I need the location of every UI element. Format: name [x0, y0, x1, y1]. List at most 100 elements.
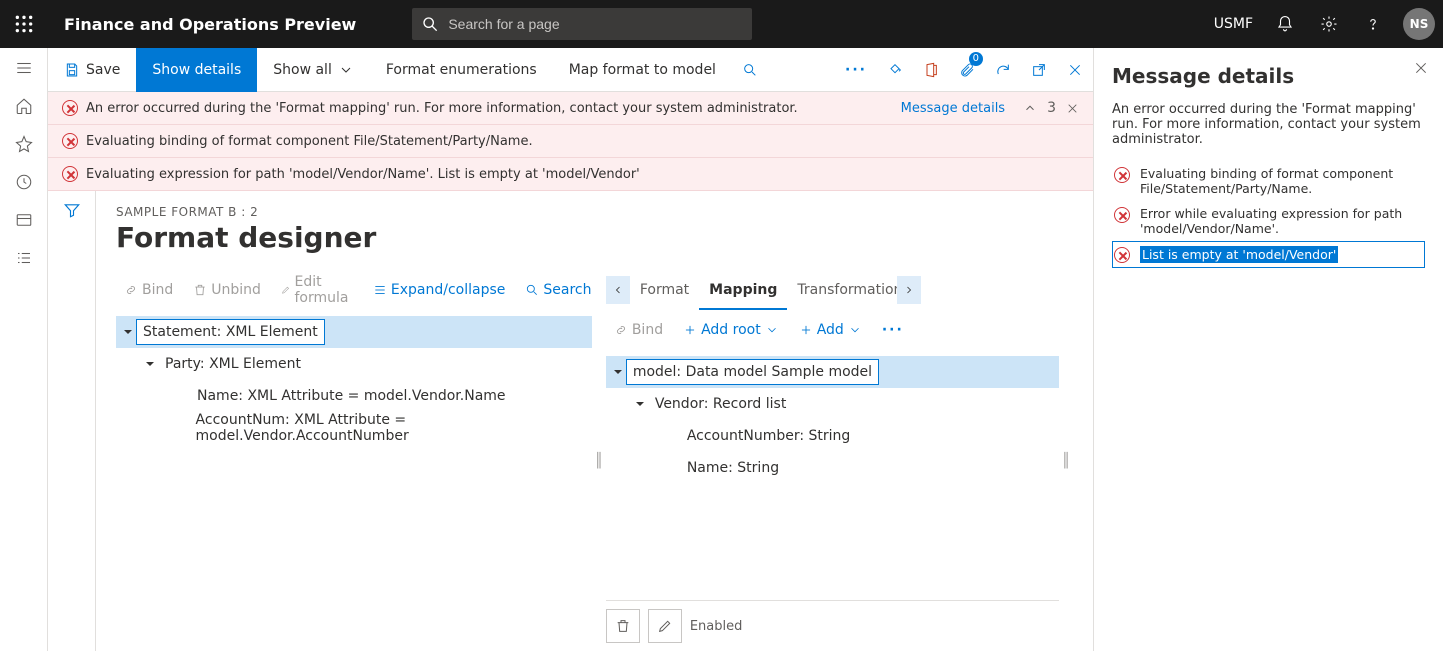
unbind-button[interactable]: Unbind [185, 274, 269, 306]
attachments-button[interactable] [949, 48, 985, 92]
link-icon [124, 283, 138, 297]
clock-icon[interactable] [14, 172, 34, 192]
format-enumerations-button[interactable]: Format enumerations [370, 48, 553, 92]
command-bar: Save Show details Show all Format enumer… [48, 48, 1093, 92]
show-all-button[interactable]: Show all [257, 48, 370, 92]
star-icon[interactable] [14, 134, 34, 154]
tree-node[interactable]: Party: XML Element [116, 348, 592, 380]
search-icon [742, 62, 758, 78]
close-button[interactable] [1057, 48, 1093, 92]
workspace-icon[interactable] [14, 210, 34, 230]
chevron-up-icon[interactable] [1023, 101, 1037, 115]
office-icon [923, 62, 939, 78]
close-icon[interactable] [1066, 102, 1079, 115]
format-tree: Statement: XML Element Party: XML Elemen… [116, 310, 592, 444]
refresh-button[interactable] [985, 48, 1021, 92]
show-details-button[interactable]: Show details [136, 48, 257, 92]
property-bar: Enabled [606, 600, 1059, 651]
details-title: Message details [1112, 64, 1425, 88]
mapping-pane: Format Mapping Transformations Bind Add … [606, 270, 1059, 651]
save-button[interactable]: Save [48, 48, 136, 92]
diamond-icon [887, 62, 903, 78]
tree-node[interactable]: AccountNumber: String [606, 420, 1059, 452]
map-format-button[interactable]: Map format to model [553, 48, 732, 92]
message-row: Evaluating expression for path 'model/Ve… [48, 158, 1093, 190]
overflow-button[interactable]: ··· [835, 48, 877, 92]
search-icon [525, 283, 539, 297]
tab-mapping[interactable]: Mapping [699, 270, 787, 310]
pencil-icon [657, 618, 673, 634]
plus-icon [799, 323, 813, 337]
diamond-button[interactable] [877, 48, 913, 92]
edit-button[interactable] [648, 609, 682, 643]
chevron-right-icon [903, 284, 915, 296]
main-area: Save Show details Show all Format enumer… [48, 48, 1093, 651]
delete-button[interactable] [606, 609, 640, 643]
bind-button[interactable]: Bind [116, 274, 181, 306]
tree-node[interactable]: model: Data model Sample model [606, 356, 1059, 388]
filter-icon[interactable] [63, 201, 81, 219]
help-icon[interactable] [1351, 0, 1395, 48]
message-row: Evaluating binding of format component F… [48, 125, 1093, 158]
tree-node[interactable]: Name: String [606, 452, 1059, 484]
search-box[interactable] [412, 8, 752, 40]
waffle-icon[interactable] [0, 0, 48, 48]
error-icon [1114, 167, 1130, 183]
collapse-icon[interactable] [610, 364, 626, 380]
more-button[interactable]: ··· [874, 314, 912, 346]
add-button[interactable]: Add [791, 314, 870, 346]
popout-button[interactable] [1021, 48, 1057, 92]
tree-node[interactable]: AccountNum: XML Attribute = model.Vendor… [116, 412, 592, 444]
details-item[interactable]: List is empty at 'model/Vendor' [1112, 241, 1425, 268]
pencil-icon [281, 283, 291, 297]
gear-icon[interactable] [1307, 0, 1351, 48]
chevron-down-icon [848, 323, 862, 337]
filter-column [48, 191, 96, 651]
message-row: An error occurred during the 'Format map… [48, 92, 1093, 125]
splitter[interactable]: ║ [592, 270, 606, 651]
more-icon: ··· [882, 322, 904, 338]
details-item[interactable]: Error while evaluating expression for pa… [1112, 201, 1425, 241]
tab-format[interactable]: Format [630, 270, 699, 310]
page-title: Format designer [116, 221, 1073, 254]
tree-search-button[interactable]: Search [517, 274, 599, 306]
avatar[interactable]: NS [1403, 8, 1435, 40]
error-icon [62, 100, 78, 116]
expand-collapse-button[interactable]: Expand/collapse [365, 274, 514, 306]
collapse-icon[interactable] [632, 396, 648, 412]
company-picker[interactable]: USMF [1204, 16, 1263, 32]
tree-node[interactable]: Statement: XML Element [116, 316, 592, 348]
error-icon [62, 133, 78, 149]
mapping-tabs: Format Mapping Transformations [606, 270, 1059, 310]
hamburger-icon[interactable] [14, 58, 34, 78]
office-button[interactable] [913, 48, 949, 92]
error-icon [1114, 207, 1130, 223]
tab-prev[interactable] [606, 276, 630, 304]
add-root-button[interactable]: Add root [675, 314, 787, 346]
splitter-right[interactable]: ║ [1059, 270, 1073, 651]
tab-transformations[interactable]: Transformations [787, 270, 897, 310]
collapse-icon[interactable] [142, 356, 158, 372]
bell-icon[interactable] [1263, 0, 1307, 48]
message-text: Evaluating expression for path 'model/Ve… [86, 167, 1079, 182]
tab-next[interactable] [897, 276, 921, 304]
chevron-down-icon [765, 323, 779, 337]
search-input[interactable] [446, 15, 742, 33]
home-icon[interactable] [14, 96, 34, 116]
model-tree: model: Data model Sample model Vendor: R… [606, 350, 1059, 484]
message-details-link[interactable]: Message details [901, 101, 1005, 116]
breadcrumb: SAMPLE FORMAT B : 2 [116, 205, 1073, 219]
nav-rail [0, 48, 48, 651]
close-icon[interactable] [1413, 60, 1429, 76]
tree-node[interactable]: Vendor: Record list [606, 388, 1059, 420]
find-button[interactable] [732, 48, 768, 92]
details-item[interactable]: Evaluating binding of format component F… [1112, 161, 1425, 201]
close-icon [1067, 62, 1083, 78]
modules-icon[interactable] [14, 248, 34, 268]
edit-formula-button[interactable]: Edit formula [273, 274, 361, 306]
bind-button[interactable]: Bind [606, 314, 671, 346]
details-description: An error occurred during the 'Format map… [1112, 102, 1425, 147]
collapse-icon[interactable] [120, 324, 136, 340]
mapping-toolbar: Bind Add root Add ··· [606, 310, 1059, 350]
chevron-left-icon [612, 284, 624, 296]
